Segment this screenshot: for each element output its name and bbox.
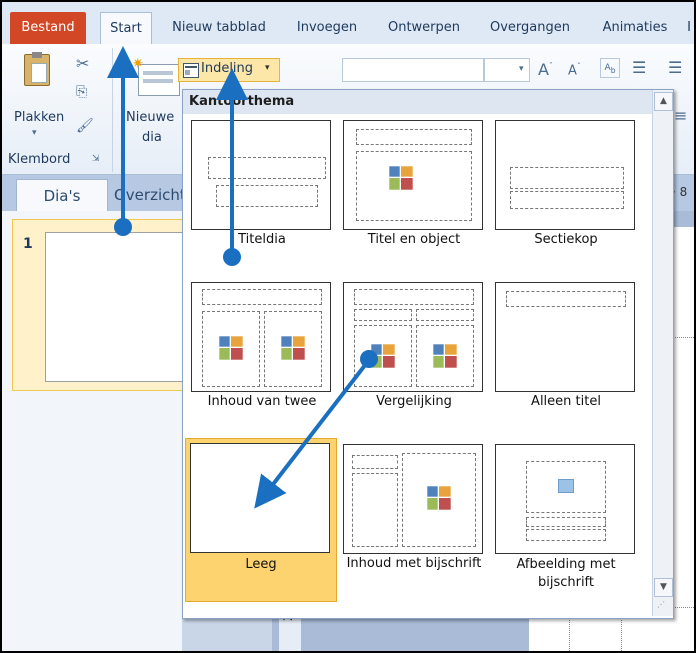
clipboard-icon <box>24 52 50 86</box>
resize-grip-icon[interactable]: ⋰ <box>657 600 665 609</box>
new-slide-button[interactable]: ✷ Nieuwe dia <box>120 50 180 150</box>
clear-format-icon[interactable]: Ab <box>600 58 620 78</box>
layout-thumbnail <box>190 443 330 553</box>
tab-design[interactable]: Ontwerpen <box>378 12 470 44</box>
layout-label: Indeling <box>201 61 254 76</box>
layout-label: Vergelijking <box>376 394 452 409</box>
layout-label: Alleen titel <box>531 394 601 409</box>
slide-thumbnail[interactable]: 1 <box>12 219 185 391</box>
ribbon-tab-bar: Bestand Start Nieuw tabblad Invoegen Ont… <box>2 2 694 45</box>
layout-label: Titeldia <box>238 232 286 247</box>
content-placeholder-icon <box>433 344 457 368</box>
slide-number: 1 <box>23 236 33 252</box>
content-placeholder-icon <box>389 166 413 190</box>
tab-start[interactable]: Start <box>100 12 152 45</box>
picture-placeholder-icon <box>558 479 574 493</box>
tab-new[interactable]: Nieuw tabblad <box>164 12 274 44</box>
layout-titel-en-object[interactable]: Titel en object <box>339 116 489 247</box>
group-separator <box>112 48 113 172</box>
layout-label: Afbeelding met bijschrift <box>516 557 616 590</box>
layout-thumbnail <box>191 120 331 230</box>
tab-animations[interactable]: Animaties <box>590 12 680 44</box>
layout-thumbnail <box>495 282 635 392</box>
layout-icon <box>183 63 199 78</box>
gallery-scrollbar[interactable]: ▲ ▼ ⋰ <box>652 90 673 616</box>
tab-more[interactable]: I <box>684 12 694 44</box>
slide-thumbnail-pane: 1 <box>2 211 185 651</box>
slide-thumbnail-preview[interactable] <box>45 232 185 382</box>
content-placeholder-icon <box>281 336 305 360</box>
font-name-combo[interactable] <box>342 58 484 82</box>
tab-slides[interactable]: Dia's <box>16 179 108 212</box>
layout-button[interactable]: Indeling ▾ <box>178 58 280 82</box>
layout-thumbnail <box>343 444 483 554</box>
tab-file[interactable]: Bestand <box>10 12 86 44</box>
layout-label: Inhoud van twee <box>207 394 317 409</box>
layout-dropdown-icon: ▾ <box>265 63 270 73</box>
new-slide-label: Nieuwe <box>126 110 175 125</box>
scroll-down-button[interactable]: ▼ <box>654 578 673 597</box>
layout-titeldia[interactable]: Titeldia <box>187 116 337 247</box>
layout-vergelijking[interactable]: Vergelijking <box>339 278 489 409</box>
content-placeholder-icon <box>427 486 451 510</box>
paste-label: Plakken <box>14 110 65 125</box>
font-size-dropdown-icon[interactable]: ▾ <box>519 64 524 74</box>
layout-inhoud-van-twee[interactable]: Inhoud van twee <box>187 278 337 409</box>
layout-label: Titel en object <box>367 232 461 247</box>
paste-button[interactable]: Plakken ▾ <box>10 50 66 150</box>
shrink-font-icon[interactable]: Aˇ <box>568 62 581 78</box>
align-icon[interactable]: ≡ <box>674 106 687 125</box>
copy-icon[interactable]: ⎘ <box>76 84 87 100</box>
tab-outline[interactable]: Overzicht <box>114 179 186 211</box>
clipboard-group-label: Klembord <box>8 152 71 167</box>
layout-label: Inhoud met bijschrift <box>346 556 482 571</box>
scroll-up-button[interactable]: ▲ <box>654 92 673 111</box>
layout-alleen-titel[interactable]: Alleen titel <box>491 278 641 409</box>
gallery-header: Kantoorthema <box>183 90 653 114</box>
layout-thumbnail <box>495 444 635 554</box>
format-painter-icon[interactable]: 🖌 <box>76 118 94 134</box>
layout-sectiekop[interactable]: Sectiekop <box>491 116 641 247</box>
content-placeholder-icon <box>371 344 395 368</box>
grow-font-icon[interactable]: Aˆ <box>538 60 553 79</box>
layout-thumbnail <box>495 120 635 230</box>
clipboard-launcher-icon[interactable]: ⇲ <box>92 154 100 164</box>
powerpoint-window: Bestand Start Nieuw tabblad Invoegen Ont… <box>2 2 694 651</box>
paste-dropdown-icon: ▾ <box>32 128 37 138</box>
layout-inhoud-met-bijschrift[interactable]: Inhoud met bijschrift <box>339 440 489 571</box>
new-slide-label-2: dia <box>142 130 162 145</box>
cut-icon[interactable]: ✂ <box>76 54 89 73</box>
content-placeholder-icon <box>219 336 243 360</box>
new-star-icon: ✷ <box>132 56 144 72</box>
tab-transitions[interactable]: Overgangen <box>480 12 580 44</box>
layout-thumbnail <box>343 120 483 230</box>
numbering-icon[interactable]: ☰ <box>668 58 682 77</box>
layout-label: Leeg <box>245 557 277 572</box>
layout-leeg[interactable]: Leeg <box>185 438 337 602</box>
bullets-icon[interactable]: ☰ <box>632 58 646 77</box>
layout-thumbnail <box>191 282 331 392</box>
new-slide-icon <box>138 64 180 96</box>
layout-thumbnail <box>343 282 483 392</box>
layout-dropdown-gallery: Kantoorthema ▲ ▼ ⋰ Titeldia Titel en obj… <box>182 89 674 619</box>
tab-insert[interactable]: Invoegen <box>287 12 367 44</box>
layout-afbeelding-met-bijschrift[interactable]: Afbeelding met bijschrift <box>491 440 641 590</box>
layout-label: Sectiekop <box>534 232 598 247</box>
horizontal-ruler-mark: · 8 <box>672 185 688 199</box>
